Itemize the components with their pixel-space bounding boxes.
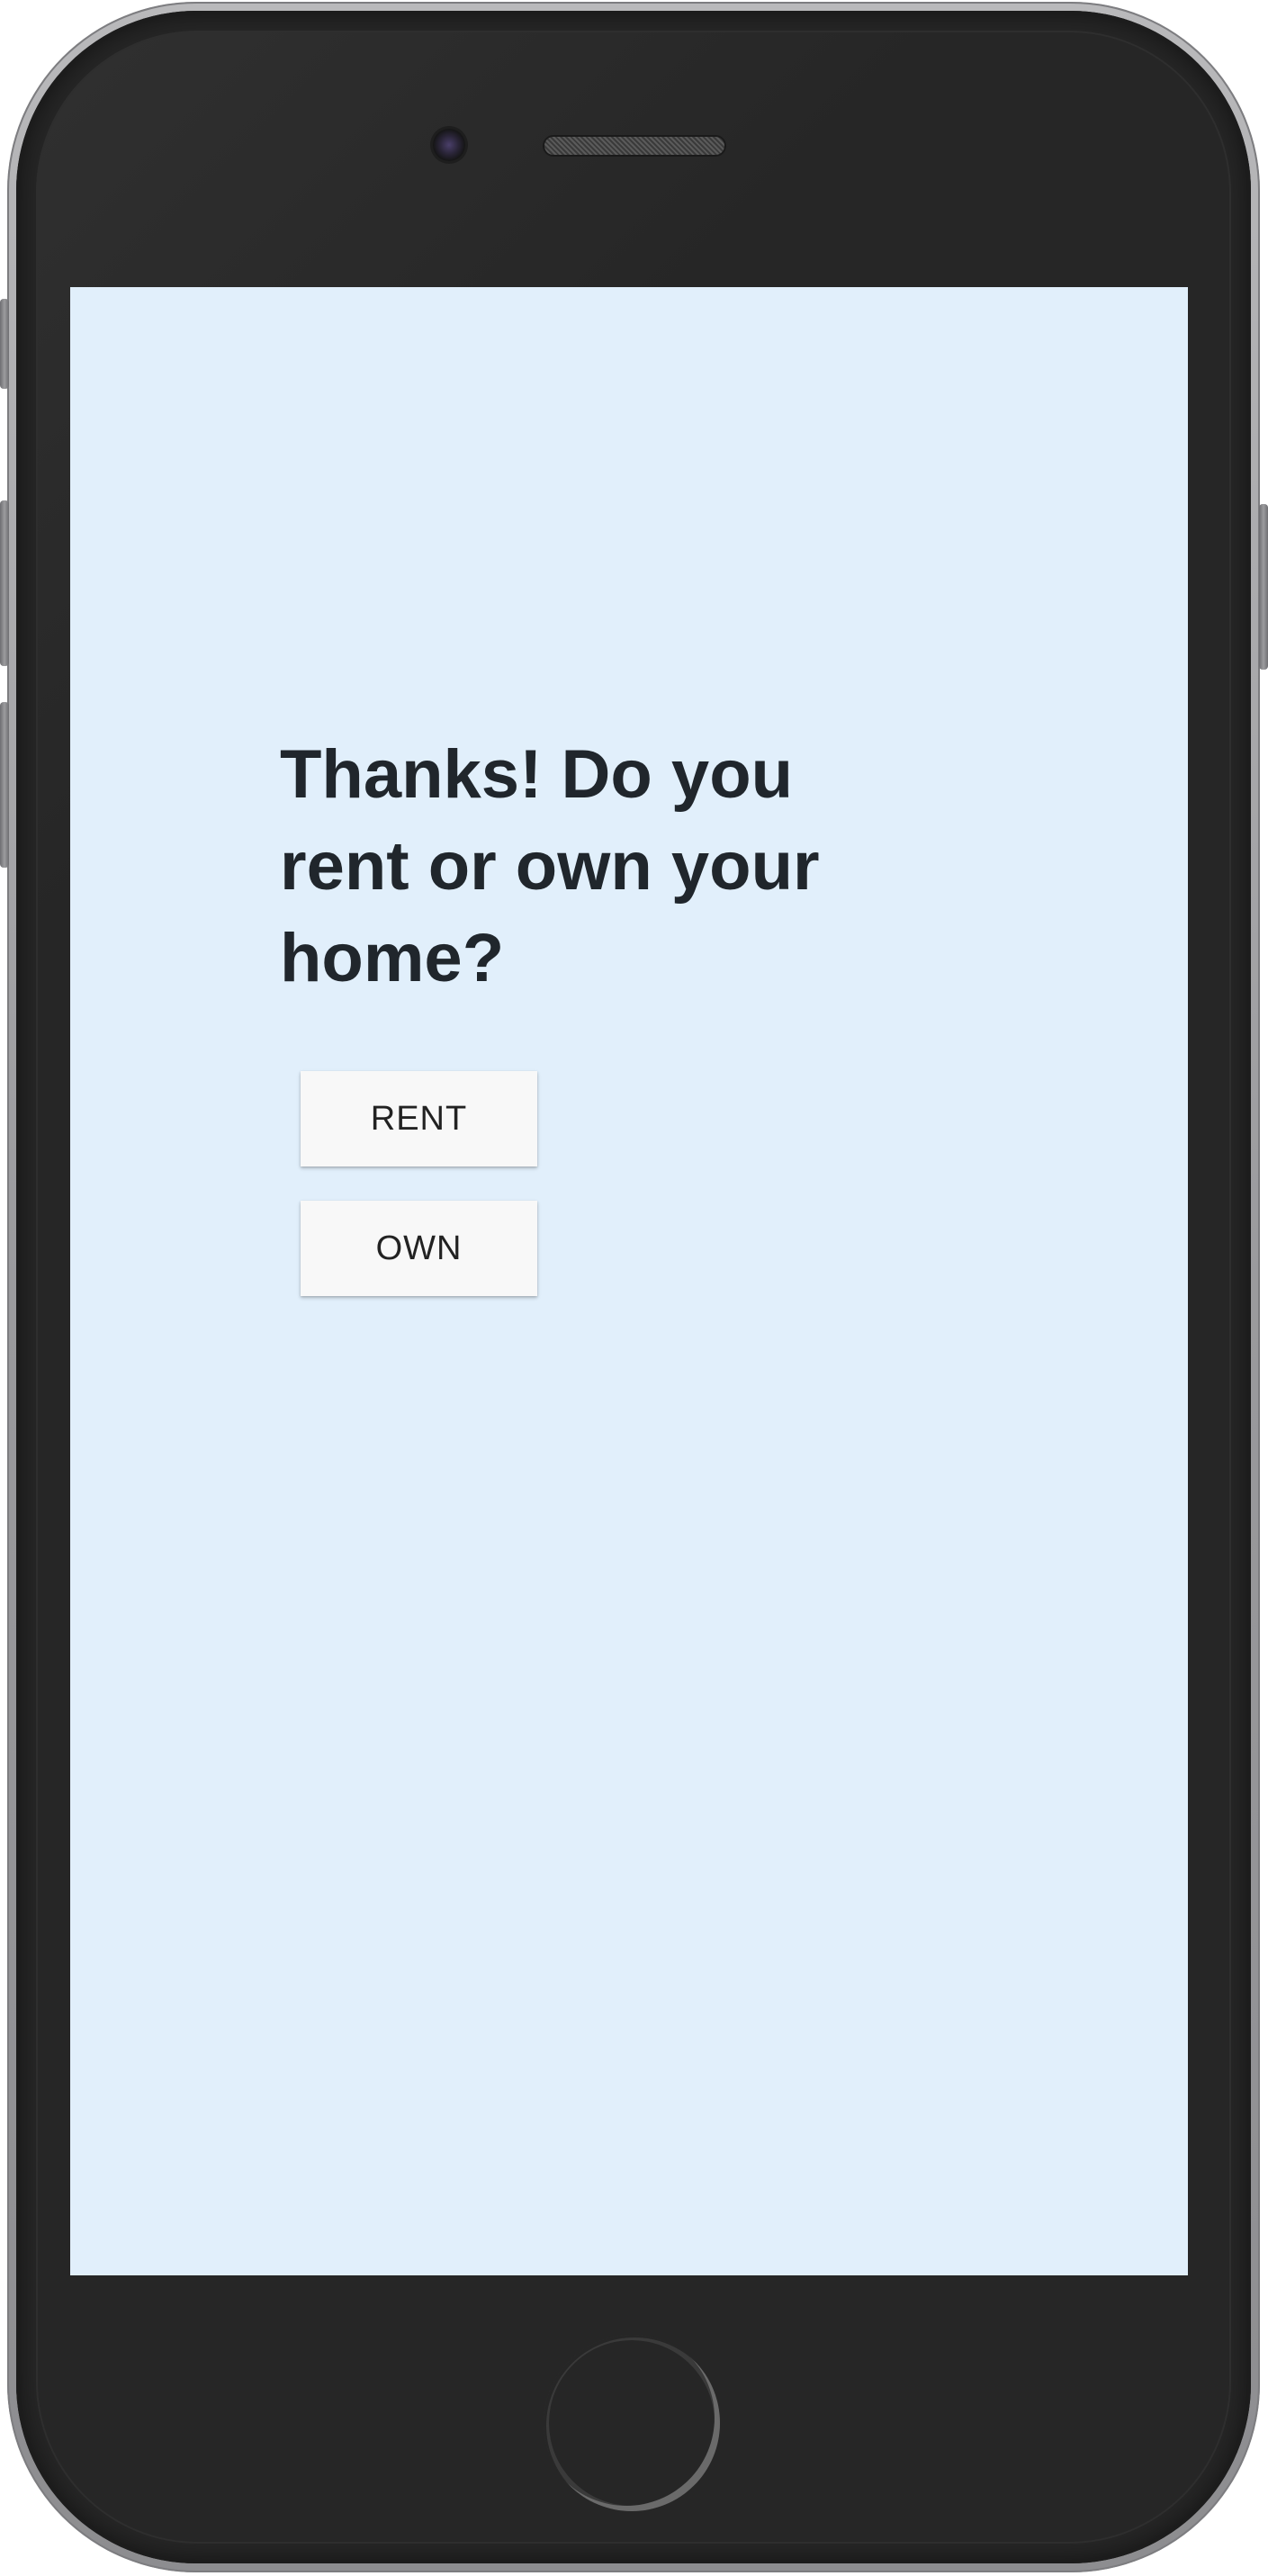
- phone-screen: [70, 287, 1188, 2275]
- home-button-icon[interactable]: [544, 2335, 720, 2511]
- volume-down-button: [0, 702, 9, 868]
- question-heading: Thanks! Do you rent or own your home?: [280, 736, 820, 996]
- own-button[interactable]: OWN: [301, 1201, 537, 1296]
- volume-up-button: [0, 500, 9, 666]
- camera-icon: [433, 129, 465, 161]
- speaker-grille-icon: [544, 137, 724, 155]
- rent-button[interactable]: RENT: [301, 1071, 537, 1166]
- mute-switch: [0, 299, 9, 389]
- power-button: [1259, 504, 1268, 670]
